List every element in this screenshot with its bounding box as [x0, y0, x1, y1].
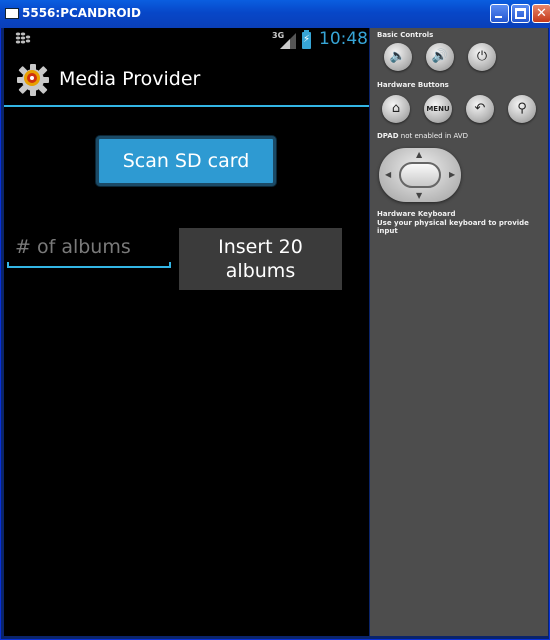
input-underline-left — [7, 262, 9, 268]
window-title: 5556:PCANDROID — [22, 6, 141, 20]
search-icon: ⚲ — [517, 101, 527, 116]
hardware-buttons-label: Hardware Buttons — [377, 81, 449, 89]
dpad-left-icon[interactable]: ◀ — [385, 170, 391, 179]
maximize-icon — [515, 8, 526, 19]
status-bar: 3G ⚡ 10:48 — [4, 28, 369, 53]
albums-count-input[interactable] — [7, 228, 171, 268]
status-clock: 10:48 — [319, 29, 368, 49]
hardware-keyboard-label: Hardware Keyboard — [377, 210, 456, 218]
insert-albums-button[interactable]: Insert 20 albums — [179, 228, 342, 290]
power-icon: ⏻ — [476, 49, 488, 64]
home-icon: ⌂ — [391, 101, 401, 116]
insert-albums-label: Insert 20 albums — [218, 236, 303, 282]
power-button[interactable]: ⏻ — [468, 43, 496, 71]
dpad-center-button[interactable] — [399, 162, 441, 188]
back-icon: ↶ — [474, 101, 486, 116]
menu-button[interactable]: MENU — [424, 95, 452, 123]
battery-icon: ⚡ — [302, 30, 311, 49]
gear-icon[interactable] — [16, 63, 50, 97]
dpad-right-icon[interactable]: ▶ — [449, 170, 455, 179]
albums-input-container — [7, 228, 171, 268]
hardware-keyboard-note: Use your physical keyboard to provide in… — [377, 219, 529, 235]
dpad-title: DPAD — [377, 132, 399, 140]
dpad-up-icon[interactable]: ▲ — [416, 150, 422, 159]
volume-up-button[interactable]: 🔊 — [426, 43, 454, 71]
window-icon — [5, 8, 19, 19]
scan-sd-card-button[interactable]: Scan SD card — [96, 136, 276, 186]
home-button[interactable]: ⌂ — [382, 95, 410, 123]
volume-down-icon: 🔈 — [389, 49, 407, 64]
search-button[interactable]: ⚲ — [508, 95, 536, 123]
phone-screen: 3G ⚡ 10:48 Media Provider Scan SD card #… — [4, 28, 369, 636]
input-underline-right — [169, 262, 171, 268]
menu-label: MENU — [426, 105, 450, 113]
minimize-button[interactable] — [490, 4, 509, 23]
back-button[interactable]: ↶ — [466, 95, 494, 123]
minimize-icon — [495, 16, 502, 18]
maximize-button[interactable] — [511, 4, 530, 23]
dpad-control[interactable]: ▲ ▼ ◀ ▶ — [379, 148, 461, 202]
signal-icon: 3G — [272, 31, 298, 49]
action-bar: Media Provider — [4, 53, 369, 105]
window-titlebar[interactable]: 5556:PCANDROID ✕ — [0, 0, 550, 28]
emulator-control-panel: Basic Controls 🔈 🔊 ⏻ Hardware Buttons ⌂ … — [370, 28, 548, 636]
volume-down-button[interactable]: 🔈 — [384, 43, 412, 71]
close-icon: ✕ — [536, 6, 547, 21]
action-bar-divider — [4, 105, 369, 107]
volume-up-icon: 🔊 — [431, 49, 449, 64]
basic-controls-label: Basic Controls — [377, 31, 434, 39]
dpad-down-icon[interactable]: ▼ — [416, 191, 422, 200]
close-button[interactable]: ✕ — [532, 4, 550, 23]
app-title: Media Provider — [59, 68, 201, 90]
dpad-label: DPAD not enabled in AVD — [377, 132, 468, 140]
blackberry-icon — [15, 32, 31, 46]
dpad-note: not enabled in AVD — [398, 132, 468, 140]
